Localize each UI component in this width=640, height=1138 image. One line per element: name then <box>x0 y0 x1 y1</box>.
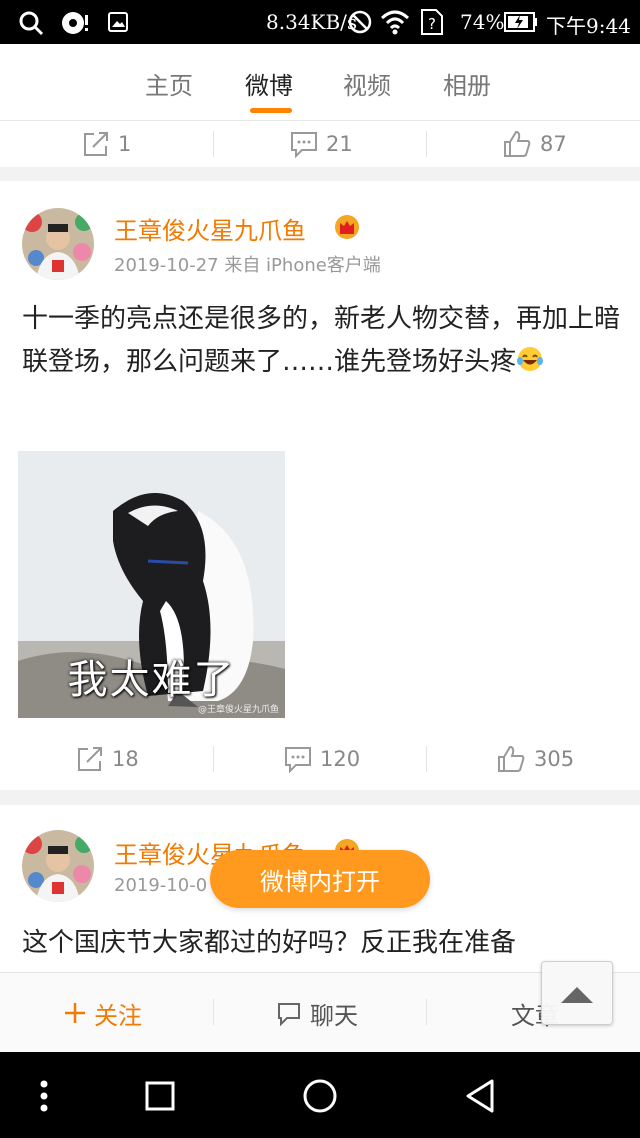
comment-count: 120 <box>320 747 361 771</box>
follow-button[interactable]: 关注 <box>64 973 142 1053</box>
username[interactable]: 王章俊火星九爪鱼 <box>114 211 306 246</box>
do-not-disturb-icon <box>348 10 372 34</box>
like-button[interactable]: 305 <box>496 736 574 782</box>
post-meta: 2019-10-27 来自 iPhone客户端 <box>114 255 381 276</box>
search-icon <box>19 11 44 36</box>
laughing-tears-emoji-icon <box>517 347 544 371</box>
back-icon[interactable] <box>464 1078 496 1114</box>
open-in-weibo-button[interactable]: 微博内打开 <box>210 850 430 908</box>
home-icon[interactable] <box>302 1078 338 1114</box>
status-bar: 8.34KB/s ? 74% 下午9:44 <box>0 0 640 44</box>
post-text: 这个国庆节大家都过的好吗？反正我在准备 <box>22 928 517 958</box>
post-card: 王章俊火星九爪鱼 2019-10-27 来自 iPhone客户端 十一季的亮点还… <box>0 181 640 790</box>
recent-apps-icon[interactable] <box>145 1081 175 1111</box>
chat-button[interactable]: 聊天 <box>276 973 358 1053</box>
battery-percent: 74% <box>460 10 505 34</box>
tab-albums[interactable]: 相册 <box>443 66 491 101</box>
repost-icon <box>84 132 108 156</box>
prev-post-actions: 1 21 87 <box>0 121 640 167</box>
avatar[interactable] <box>22 208 94 280</box>
comment-button[interactable]: 21 <box>290 121 353 167</box>
menu-dots-icon[interactable] <box>38 1079 50 1113</box>
plus-icon <box>65 1003 85 1023</box>
comment-icon <box>291 132 317 158</box>
no-sim-icon: ? <box>421 9 443 35</box>
comment-icon <box>285 747 311 773</box>
chat-label: 聊天 <box>310 1001 358 1030</box>
post-actions: 18 120 305 <box>0 736 640 782</box>
post-meta: 2019-10-0 <box>114 875 208 896</box>
post-image[interactable]: 我太难了 @王章俊火星九爪鱼 <box>18 451 285 718</box>
repost-count: 18 <box>112 747 139 771</box>
like-count: 305 <box>534 747 575 771</box>
repost-icon <box>78 747 102 771</box>
clock: 下午9:44 <box>546 14 631 38</box>
post-text: 十一季的亮点还是很多的，新老人物交替，再加上暗联登场，那么问题来了……谁先登场好… <box>22 304 621 377</box>
repost-count: 1 <box>118 132 132 156</box>
repost-button[interactable]: 18 <box>76 736 139 782</box>
like-count: 87 <box>540 132 567 156</box>
network-speed: 8.34KB/s <box>266 10 358 34</box>
caret-up-icon <box>561 987 593 1003</box>
tab-home[interactable]: 主页 <box>145 66 193 101</box>
image-caption: 我太难了 <box>67 657 236 703</box>
tab-weibo[interactable]: 微博 <box>245 66 293 101</box>
vip-crown-icon <box>335 215 359 239</box>
repost-button[interactable]: 1 <box>82 121 131 167</box>
thumbs-up-icon <box>498 745 525 772</box>
scroll-to-top-button[interactable] <box>541 961 613 1025</box>
comment-button[interactable]: 120 <box>284 736 360 782</box>
thumbs-up-icon <box>504 130 531 157</box>
profile-tabs: 主页 微博 视频 相册 <box>0 44 640 121</box>
battery-charging-icon <box>504 12 537 32</box>
avatar[interactable] <box>22 830 94 902</box>
camera-notification-icon <box>62 12 88 34</box>
tab-videos[interactable]: 视频 <box>343 66 391 101</box>
system-nav-bar <box>0 1052 640 1138</box>
follow-label: 关注 <box>94 1001 142 1030</box>
image-watermark: @王章俊火星九爪鱼 <box>197 705 279 715</box>
chat-icon <box>278 1003 300 1026</box>
wifi-icon <box>380 10 410 35</box>
like-button[interactable]: 87 <box>502 121 567 167</box>
active-tab-indicator <box>250 108 292 113</box>
image-notification-icon <box>108 12 128 32</box>
comment-count: 21 <box>326 132 353 156</box>
svg-text:?: ? <box>428 15 436 33</box>
